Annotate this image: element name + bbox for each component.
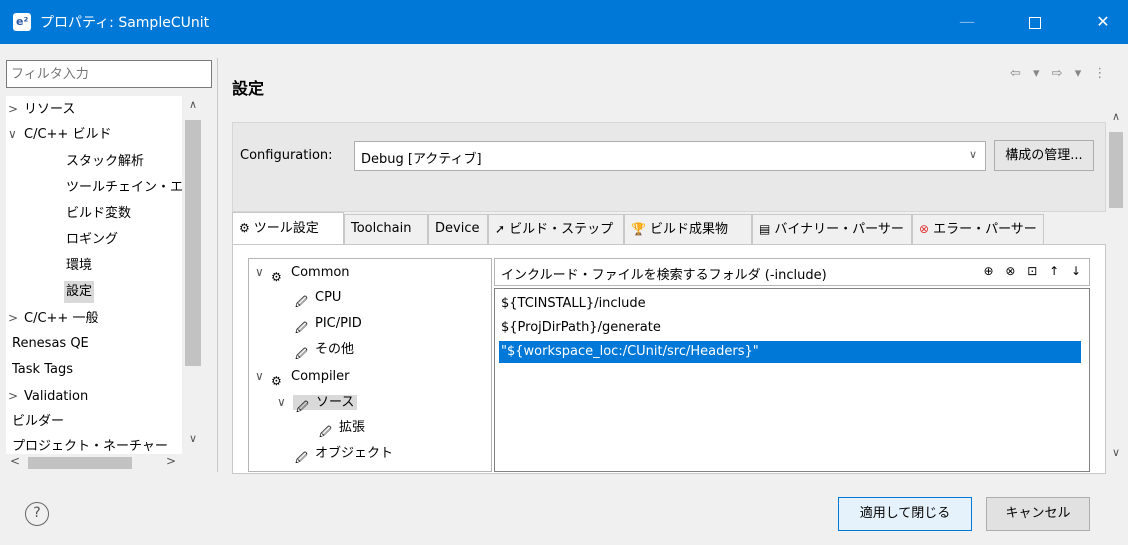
window-title: プロパティ: SampleCUnit (40, 15, 210, 31)
scroll-right-icon[interactable]: > (166, 454, 176, 468)
scroll-up-icon[interactable]: ∧ (182, 98, 204, 118)
help-icon[interactable]: ? (25, 502, 49, 526)
scroll-thumb[interactable] (185, 120, 201, 366)
properties-dialog: e² プロパティ: SampleCUnit — ✕ >リソース ∨C/C++ ビ… (0, 0, 1128, 545)
options-icon: 🖉 (295, 294, 308, 309)
tree-item-renesas-qe[interactable]: Renesas QE (12, 333, 89, 355)
tool-tree-cpu[interactable]: 🖉 CPU (295, 287, 341, 309)
scroll-down-icon[interactable]: ∨ (182, 432, 204, 452)
binary-icon: ▤ (759, 222, 771, 236)
list-item-selected[interactable]: "${workspace_loc:/CUnit/src/Headers}" (499, 341, 1081, 363)
tool-tree-common[interactable]: ∨ ⚙ Common (255, 261, 350, 284)
build-steps-icon: ➚ (495, 222, 506, 236)
tab-device[interactable]: Device (428, 214, 488, 244)
tool-tree-extension[interactable]: 🖉 拡張 (319, 417, 365, 439)
scroll-thumb[interactable] (1109, 132, 1123, 208)
nav-arrows-icon[interactable]: ⇦ ▾ ⇨ ▾ ⋮ (1010, 66, 1110, 81)
tool-tree-compiler[interactable]: ∨ ⚙ Compiler (255, 365, 350, 388)
tree-item-validation[interactable]: > Validation (8, 385, 88, 407)
list-toolbar-icons[interactable]: ⊕ ⊗ ⊡ ↑ ↓ (983, 264, 1085, 278)
scroll-down-icon[interactable]: ∨ (1106, 446, 1126, 459)
page-title: 設定 (232, 79, 265, 98)
tree-item-toolchain-editor[interactable]: ツールチェイン・エデ (66, 177, 196, 199)
tab-error-parser[interactable]: ⊗ エラー・パーサー (912, 214, 1044, 244)
include-header: インクルード・ファイルを検索するフォルダ (-include) ⊕ ⊗ ⊡ ↑ … (494, 258, 1090, 286)
scroll-left-icon[interactable]: < (10, 454, 20, 468)
tree-item-resource[interactable]: > リソース (8, 98, 75, 120)
left-vertical-scrollbar[interactable]: ∧ ∨ (182, 96, 204, 454)
tree-item-builder[interactable]: ビルダー (12, 411, 64, 433)
minimize-button[interactable]: — (944, 0, 990, 44)
options-icon: 🖉 (295, 346, 308, 361)
configuration-select[interactable]: Debug [アクティブ] ∨ (354, 141, 986, 171)
category-tree: > リソース ∨ C/C++ ビルド スタック解析 ツールチェイン・エデ ビルド変数… (6, 96, 204, 454)
list-item[interactable]: ${TCINSTALL}/include (499, 293, 1081, 315)
manage-configurations-button[interactable]: 構成の管理... (994, 140, 1094, 171)
hscroll-thumb[interactable] (28, 457, 132, 469)
app-icon: e² (13, 13, 31, 31)
tree-item-settings[interactable]: 設定 (64, 281, 95, 303)
maximize-button[interactable] (1012, 0, 1058, 44)
scroll-up-icon[interactable]: ∧ (1106, 110, 1126, 123)
tool-tree-source[interactable]: ∨ 🖉 ソース (277, 391, 358, 414)
chevron-down-icon: ∨ (968, 148, 977, 161)
options-icon: 🖉 (295, 450, 308, 465)
title-bar: e² プロパティ: SampleCUnit — ✕ (0, 0, 1128, 44)
tab-toolchain[interactable]: Toolchain (344, 214, 428, 244)
cancel-button[interactable]: キャンセル (986, 497, 1090, 531)
tree-item-cpp-general[interactable]: > C/C++ 一般 (8, 307, 98, 329)
tool-tree-pic-pid[interactable]: 🖉 PIC/PID (295, 313, 362, 335)
tab-tool-settings[interactable]: ⚙ ツール設定 (232, 212, 344, 244)
gear-icon: ⚙ (271, 269, 282, 284)
right-vertical-scrollbar[interactable]: ∧ ∨ (1106, 108, 1126, 468)
list-item[interactable]: ${ProjDirPath}/generate (499, 317, 1081, 339)
tool-tree-object[interactable]: 🖉 オブジェクト (295, 443, 393, 465)
tree-item-logging[interactable]: ロギング (66, 229, 118, 251)
tool-settings-tree: ∨ ⚙ Common 🖉 CPU 🖉 PIC/PID 🖉 その他 ∨ ⚙ Compiler ∨… (248, 258, 492, 472)
tree-item-task-tags[interactable]: Task Tags (12, 359, 73, 381)
tab-build-steps[interactable]: ➚ ビルド・ステップ (488, 214, 624, 244)
panel-splitter[interactable] (217, 58, 218, 472)
tree-item-environment[interactable]: 環境 (66, 255, 92, 277)
gear-icon: ⚙ (271, 373, 282, 388)
gear-icon: ⚙ (239, 221, 250, 235)
tab-build-artifact[interactable]: 🏆 ビルド成果物 (624, 214, 752, 244)
tree-item-build-variables[interactable]: ビルド変数 (66, 203, 131, 225)
tab-binary-parser[interactable]: ▤ バイナリー・パーサー (752, 214, 912, 244)
tree-item-stack-analysis[interactable]: スタック解析 (66, 151, 144, 173)
tool-tree-other[interactable]: 🖉 その他 (295, 339, 354, 361)
configuration-label: Configuration: (240, 148, 333, 163)
tree-item-project-nature[interactable]: プロジェクト・ネーチャー (12, 436, 168, 454)
options-icon: 🖉 (319, 424, 332, 439)
options-icon: 🖉 (296, 399, 309, 414)
trophy-icon: 🏆 (631, 222, 646, 236)
apply-and-close-button[interactable]: 適用して閉じる (838, 497, 972, 531)
options-icon: 🖉 (295, 320, 308, 335)
close-button[interactable]: ✕ (1080, 0, 1126, 44)
tree-item-cpp-build[interactable]: ∨ C/C++ ビルド (8, 123, 111, 145)
error-icon: ⊗ (919, 222, 930, 236)
include-panel: インクルード・ファイルを検索するフォルダ (-include) ⊕ ⊗ ⊡ ↑ … (494, 258, 1090, 472)
maximize-icon (1029, 16, 1041, 29)
left-horizontal-scrollbar[interactable]: < > (6, 454, 204, 472)
include-path-list[interactable]: ${TCINSTALL}/include ${ProjDirPath}/gene… (494, 288, 1090, 472)
filter-input[interactable] (6, 60, 212, 88)
